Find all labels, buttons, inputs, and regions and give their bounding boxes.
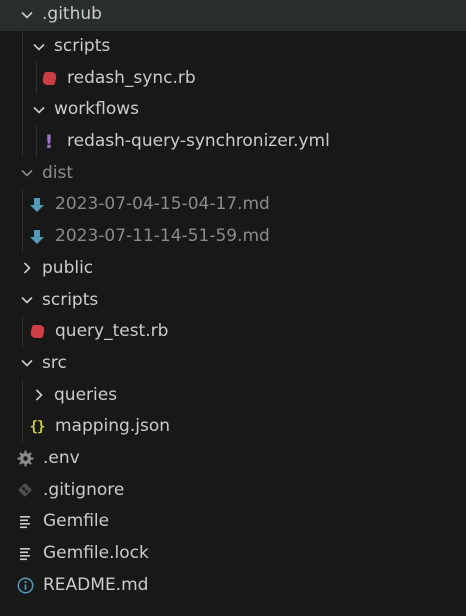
file-label: Gemfile.lock (43, 543, 149, 564)
indent-guide (22, 125, 23, 158)
file-redash-query-synchronizer-yml[interactable]: ! redash-query-synchronizer.yml (0, 125, 466, 158)
folder-workflows[interactable]: workflows (0, 94, 466, 126)
chevron-down-icon[interactable] (18, 354, 36, 372)
file-readme-md[interactable]: README.md (0, 569, 466, 601)
folder-dist[interactable]: dist (0, 157, 466, 189)
folder-label: scripts (54, 36, 111, 57)
folder-src[interactable]: src (0, 348, 466, 380)
file-label: query_test.rb (55, 321, 169, 342)
file-gemfile[interactable]: Gemfile (0, 506, 466, 538)
indent-guide (22, 62, 23, 95)
chevron-right-icon[interactable] (18, 259, 36, 277)
indent-guide (22, 220, 23, 253)
file-env[interactable]: .env (0, 443, 466, 475)
markdown-download-icon (28, 196, 46, 214)
chevron-down-icon[interactable] (18, 164, 36, 182)
file-label: 2023-07-11-14-51-59.md (55, 226, 270, 247)
indent-guide (22, 94, 23, 126)
indent-guide (22, 189, 23, 221)
folder-github-scripts[interactable]: scripts (0, 30, 466, 63)
file-label: redash_sync.rb (67, 67, 196, 88)
file-2023-07-11-md[interactable]: 2023-07-11-14-51-59.md (0, 220, 466, 253)
lines-icon (16, 513, 34, 531)
chevron-down-icon[interactable] (30, 101, 48, 119)
folder-label: queries (54, 384, 118, 405)
lines-icon (16, 545, 34, 563)
markdown-download-icon (28, 228, 46, 246)
folder-label: workflows (54, 99, 140, 120)
file-label: Gemfile (43, 511, 110, 532)
folder-label: scripts (42, 289, 99, 310)
file-mapping-json[interactable]: {} mapping.json (0, 410, 466, 443)
folder-scripts[interactable]: scripts (0, 284, 466, 316)
indent-guide (36, 62, 37, 95)
git-icon (16, 481, 34, 499)
file-explorer-tree: .github scripts redash_sync.rb workflows… (0, 0, 466, 601)
indent-guide (22, 410, 23, 443)
file-query-test-rb[interactable]: query_test.rb (0, 315, 466, 348)
file-label: redash-query-synchronizer.yml (67, 131, 330, 152)
file-redash-sync-rb[interactable]: redash_sync.rb (0, 62, 466, 95)
file-label: README.md (43, 574, 149, 595)
chevron-right-icon[interactable] (30, 386, 48, 404)
indent-guide (22, 379, 23, 411)
yaml-icon: ! (44, 130, 54, 153)
file-label: 2023-07-04-15-04-17.md (55, 194, 270, 215)
folder-queries[interactable]: queries (0, 379, 466, 411)
json-icon: {} (29, 418, 46, 435)
chevron-down-icon[interactable] (18, 291, 36, 309)
file-label: mapping.json (55, 416, 171, 437)
indent-guide (22, 315, 23, 348)
ruby-icon (28, 323, 46, 341)
folder-label: public (42, 257, 94, 278)
indent-guide (36, 125, 37, 158)
indent-guide (22, 30, 23, 63)
file-label: .env (43, 447, 80, 468)
file-label: .gitignore (43, 479, 125, 500)
folder-github[interactable]: .github (0, 0, 466, 31)
file-gemfile-lock[interactable]: Gemfile.lock (0, 538, 466, 570)
gear-icon (16, 449, 34, 467)
folder-label: src (42, 352, 67, 373)
chevron-down-icon[interactable] (30, 38, 48, 56)
file-2023-07-04-md[interactable]: 2023-07-04-15-04-17.md (0, 189, 466, 221)
folder-label: dist (42, 162, 74, 183)
file-gitignore[interactable]: .gitignore (0, 474, 466, 506)
chevron-down-icon[interactable] (18, 6, 36, 24)
ruby-icon (40, 69, 58, 87)
folder-label: .github (42, 4, 102, 25)
info-icon (16, 576, 34, 594)
folder-public[interactable]: public (0, 253, 466, 285)
